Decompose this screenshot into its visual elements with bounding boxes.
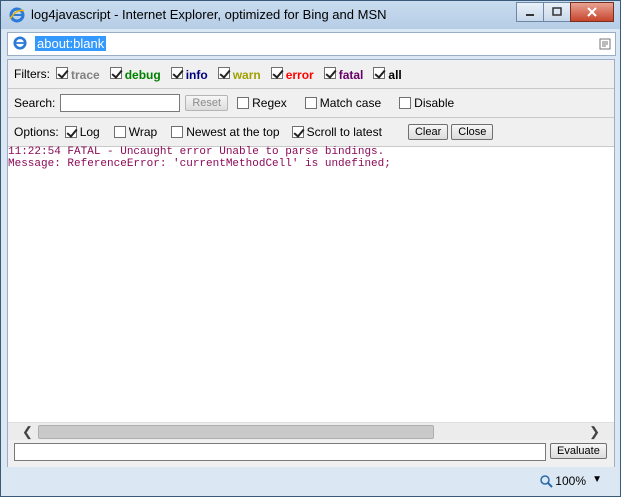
- page-settings-icon[interactable]: [599, 37, 611, 55]
- horizontal-scrollbar[interactable]: ❮ ❯: [8, 422, 614, 440]
- filter-debug-checkbox[interactable]: [109, 66, 122, 79]
- filter-trace-label: trace: [71, 67, 100, 82]
- options-toolbar: Options: Log Wrap Newest at the top Scro…: [8, 118, 614, 147]
- minimize-icon: [526, 14, 534, 16]
- page-icon: [13, 36, 27, 55]
- chevron-down-icon[interactable]: ▼: [592, 474, 602, 485]
- options-label: Options:: [14, 125, 59, 139]
- filter-info-checkbox[interactable]: [170, 66, 183, 79]
- filters-toolbar: Filters: trace debug info warn error fatal all: [8, 60, 614, 89]
- filter-warn-checkbox[interactable]: [217, 66, 230, 79]
- newest-at-top-checkbox[interactable]: [171, 126, 184, 138]
- filter-trace-checkbox[interactable]: [56, 66, 68, 79]
- filters-label: Filters:: [14, 67, 50, 81]
- disable-checkbox[interactable]: [399, 97, 412, 109]
- scroll-right-icon[interactable]: ❯: [589, 424, 600, 440]
- close-icon: [587, 7, 597, 17]
- maximize-icon: [552, 7, 562, 16]
- filter-warn-label: warn: [232, 67, 261, 82]
- scrollbar-thumb[interactable]: [38, 425, 434, 439]
- match-case-label: Match case: [319, 96, 382, 110]
- zoom-control[interactable]: 100%: [539, 474, 586, 488]
- command-row: Evaluate: [8, 440, 614, 468]
- disable-label: Disable: [414, 96, 455, 110]
- search-toolbar: Search: Reset Regex Match case Disable: [8, 89, 614, 118]
- log-label: Log: [79, 125, 100, 139]
- title-bar: log4javascript - Internet Explorer, opti…: [1, 1, 620, 29]
- filter-fatal-label: fatal: [338, 67, 364, 82]
- wrap-label: Wrap: [128, 125, 158, 139]
- scroll-left-icon[interactable]: ❮: [22, 424, 33, 440]
- filter-fatal-checkbox[interactable]: [323, 66, 336, 79]
- wrap-checkbox[interactable]: [113, 126, 126, 138]
- clear-button[interactable]: Clear: [407, 124, 449, 140]
- zoom-level: 100%: [555, 474, 586, 488]
- scroll-to-latest-label: Scroll to latest: [306, 125, 382, 139]
- address-text[interactable]: about:blank: [35, 36, 107, 51]
- filter-error-checkbox[interactable]: [270, 66, 283, 79]
- maximize-button[interactable]: [543, 2, 571, 22]
- log-checkbox[interactable]: [64, 126, 77, 138]
- filter-all-checkbox[interactable]: [373, 66, 386, 79]
- log-output: 11:22:54 FATAL - Uncaught error Unable t…: [8, 146, 614, 422]
- match-case-checkbox[interactable]: [304, 97, 317, 109]
- minimize-button[interactable]: [516, 2, 544, 22]
- search-input[interactable]: [60, 94, 181, 112]
- scroll-to-latest-checkbox[interactable]: [291, 126, 304, 138]
- address-bar[interactable]: about:blank: [7, 32, 616, 56]
- window-title: log4javascript - Internet Explorer, opti…: [31, 7, 387, 22]
- log-line: Message: ReferenceError: 'currentMethodC…: [8, 158, 391, 170]
- filter-debug-label: debug: [124, 67, 161, 82]
- command-input[interactable]: [14, 443, 546, 461]
- search-label: Search:: [14, 96, 56, 110]
- regex-checkbox[interactable]: [237, 97, 250, 109]
- zoom-icon: [540, 475, 554, 488]
- status-bar: 100% ▼: [1, 467, 620, 496]
- browser-window: log4javascript - Internet Explorer, opti…: [0, 0, 621, 497]
- newest-at-top-label: Newest at the top: [186, 125, 280, 139]
- reset-button[interactable]: Reset: [185, 95, 229, 111]
- close-window-button[interactable]: [570, 2, 614, 22]
- log-line: 11:22:54 FATAL - Uncaught error Unable t…: [8, 146, 385, 158]
- filter-error-label: error: [285, 67, 314, 82]
- console-content: Filters: trace debug info warn error fatal all…: [7, 59, 615, 469]
- filter-info-label: info: [185, 67, 208, 82]
- close-button[interactable]: Close: [451, 124, 494, 140]
- filter-all-label: all: [388, 67, 402, 82]
- regex-label: Regex: [252, 96, 287, 110]
- ie-logo-icon: [9, 7, 25, 28]
- evaluate-button[interactable]: Evaluate: [550, 443, 607, 459]
